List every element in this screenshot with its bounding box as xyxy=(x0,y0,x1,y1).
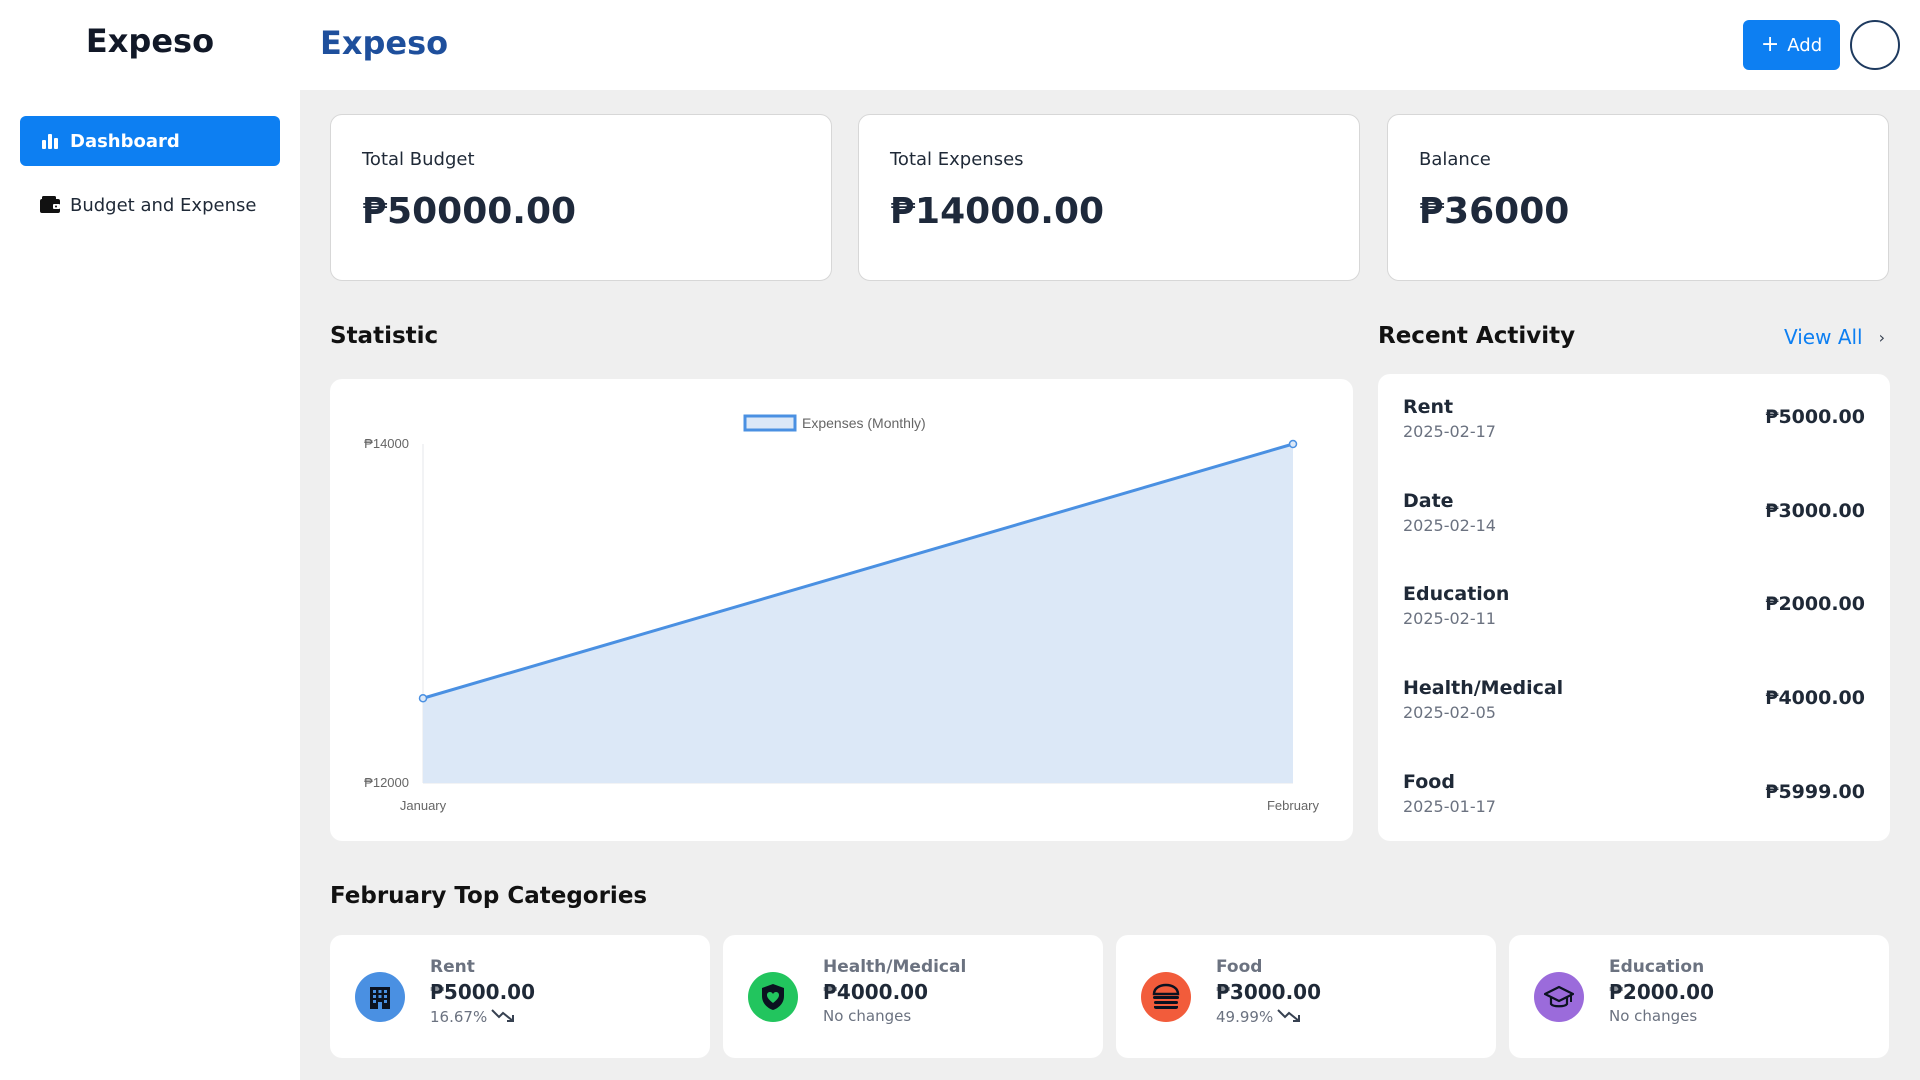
activity-amount: ₱5000.00 xyxy=(1765,406,1865,428)
statistic-chart: ₱12000 ₱14000 January February Expenses (Mon… xyxy=(330,379,1353,841)
activity-date: 2025-02-05 xyxy=(1403,703,1496,722)
category-change: 49.99% xyxy=(1216,1007,1303,1027)
category-change-text: 16.67% xyxy=(430,1008,488,1026)
recent-activity-list: Rent 2025-02-17 ₱5000.00 Date 2025-02-14… xyxy=(1378,374,1890,841)
data-point xyxy=(1288,439,1298,449)
activity-name: Education xyxy=(1403,583,1510,605)
burger-icon xyxy=(1141,972,1191,1022)
y-tick-label: ₱14000 xyxy=(364,436,409,451)
sidebar-item-budget-and-expense[interactable]: Budget and Expense xyxy=(20,180,280,230)
category-name: Education xyxy=(1609,957,1705,977)
legend-label: Expenses (Monthly) xyxy=(802,415,926,431)
total-budget-card: Total Budget ₱50000.00 xyxy=(330,114,832,281)
category-amount: ₱2000.00 xyxy=(1609,980,1715,1004)
activity-name: Date xyxy=(1403,490,1454,512)
recent-activity-title: Recent Activity xyxy=(1378,323,1576,349)
x-tick-label: January xyxy=(400,798,447,813)
add-button-label: Add xyxy=(1787,34,1823,56)
category-amount: ₱4000.00 xyxy=(823,980,929,1004)
category-card-food[interactable]: Food ₱3000.00 49.99% xyxy=(1116,935,1496,1058)
stat-value: ₱14000.00 xyxy=(890,191,1105,232)
category-name: Food xyxy=(1216,957,1263,977)
list-item[interactable]: Rent 2025-02-17 ₱5000.00 xyxy=(1403,396,1865,456)
top-header: Expeso + Add xyxy=(300,0,1920,90)
activity-name: Rent xyxy=(1403,396,1454,418)
area-chart: ₱12000 ₱14000 January February Expenses (Mon… xyxy=(364,414,1320,813)
trend-down-icon xyxy=(491,1007,517,1027)
bar-chart-icon xyxy=(40,131,60,151)
category-change-text: No changes xyxy=(823,1007,912,1025)
sidebar-item-label: Budget and Expense xyxy=(70,194,257,216)
activity-amount: ₱4000.00 xyxy=(1765,687,1865,709)
chevron-right-icon: › xyxy=(1878,327,1886,347)
total-expenses-card: Total Expenses ₱14000.00 xyxy=(858,114,1360,281)
category-card-rent[interactable]: Rent ₱5000.00 16.67% xyxy=(330,935,710,1058)
activity-date: 2025-02-17 xyxy=(1403,422,1496,441)
avatar[interactable] xyxy=(1850,20,1900,70)
main-content: Total Budget ₱50000.00 Total Expenses ₱1… xyxy=(300,90,1920,1080)
sidebar-nav: Dashboard Budget and Expense xyxy=(20,116,280,244)
sidebar: Expeso Dashboard Budget and Expense xyxy=(0,0,300,1080)
list-item[interactable]: Date 2025-02-14 ₱3000.00 xyxy=(1403,490,1865,550)
sidebar-item-dashboard[interactable]: Dashboard xyxy=(20,116,280,166)
sidebar-logo: Expeso xyxy=(85,22,215,60)
y-tick-label: ₱12000 xyxy=(364,775,409,790)
sidebar-item-label: Dashboard xyxy=(70,130,180,152)
category-change: No changes xyxy=(1609,1007,1697,1025)
activity-amount: ₱5999.00 xyxy=(1765,781,1865,803)
category-change-text: No changes xyxy=(1609,1007,1698,1025)
shield-heart-icon xyxy=(748,972,798,1022)
category-amount: ₱3000.00 xyxy=(1216,980,1322,1004)
series-area xyxy=(423,444,1293,783)
activity-name: Food xyxy=(1403,771,1455,793)
category-change: No changes xyxy=(823,1007,911,1025)
balance-card: Balance ₱36000 xyxy=(1387,114,1889,281)
category-name: Health/Medical xyxy=(823,957,967,977)
category-name: Rent xyxy=(430,957,475,977)
activity-date: 2025-02-11 xyxy=(1403,609,1496,628)
activity-date: 2025-01-17 xyxy=(1403,797,1496,816)
plus-icon: + xyxy=(1760,32,1780,57)
category-change: 16.67% xyxy=(430,1007,517,1027)
activity-amount: ₱3000.00 xyxy=(1765,500,1865,522)
data-point xyxy=(418,694,428,703)
category-card-health-medical[interactable]: Health/Medical ₱4000.00 No changes xyxy=(723,935,1103,1058)
top-categories-title: February Top Categories xyxy=(330,883,648,909)
stat-label: Total Budget xyxy=(362,149,475,170)
category-card-education[interactable]: Education ₱2000.00 No changes xyxy=(1509,935,1889,1058)
view-all-label: View All xyxy=(1784,325,1863,349)
legend-swatch xyxy=(743,414,797,432)
list-item[interactable]: Health/Medical 2025-02-05 ₱4000.00 xyxy=(1403,677,1865,737)
list-item[interactable]: Education 2025-02-11 ₱2000.00 xyxy=(1403,583,1865,643)
stat-label: Balance xyxy=(1419,149,1491,170)
building-icon xyxy=(355,972,405,1022)
view-all-link[interactable]: View All › xyxy=(1784,325,1885,349)
trend-down-icon xyxy=(1277,1007,1303,1027)
x-tick-label: February xyxy=(1267,798,1320,813)
stat-value: ₱36000 xyxy=(1419,191,1570,232)
activity-amount: ₱2000.00 xyxy=(1765,593,1865,615)
graduation-cap-icon xyxy=(1534,972,1584,1022)
add-button[interactable]: + Add xyxy=(1743,20,1840,70)
activity-date: 2025-02-14 xyxy=(1403,516,1496,535)
list-item[interactable]: Food 2025-01-17 ₱5999.00 xyxy=(1403,771,1865,831)
category-change-text: 49.99% xyxy=(1216,1008,1274,1026)
stat-label: Total Expenses xyxy=(890,149,1024,170)
activity-name: Health/Medical xyxy=(1403,677,1564,699)
statistic-title: Statistic xyxy=(330,323,439,349)
stat-value: ₱50000.00 xyxy=(362,191,577,232)
category-amount: ₱5000.00 xyxy=(430,980,536,1004)
page-title: Expeso xyxy=(320,24,449,62)
wallet-icon xyxy=(40,195,60,215)
